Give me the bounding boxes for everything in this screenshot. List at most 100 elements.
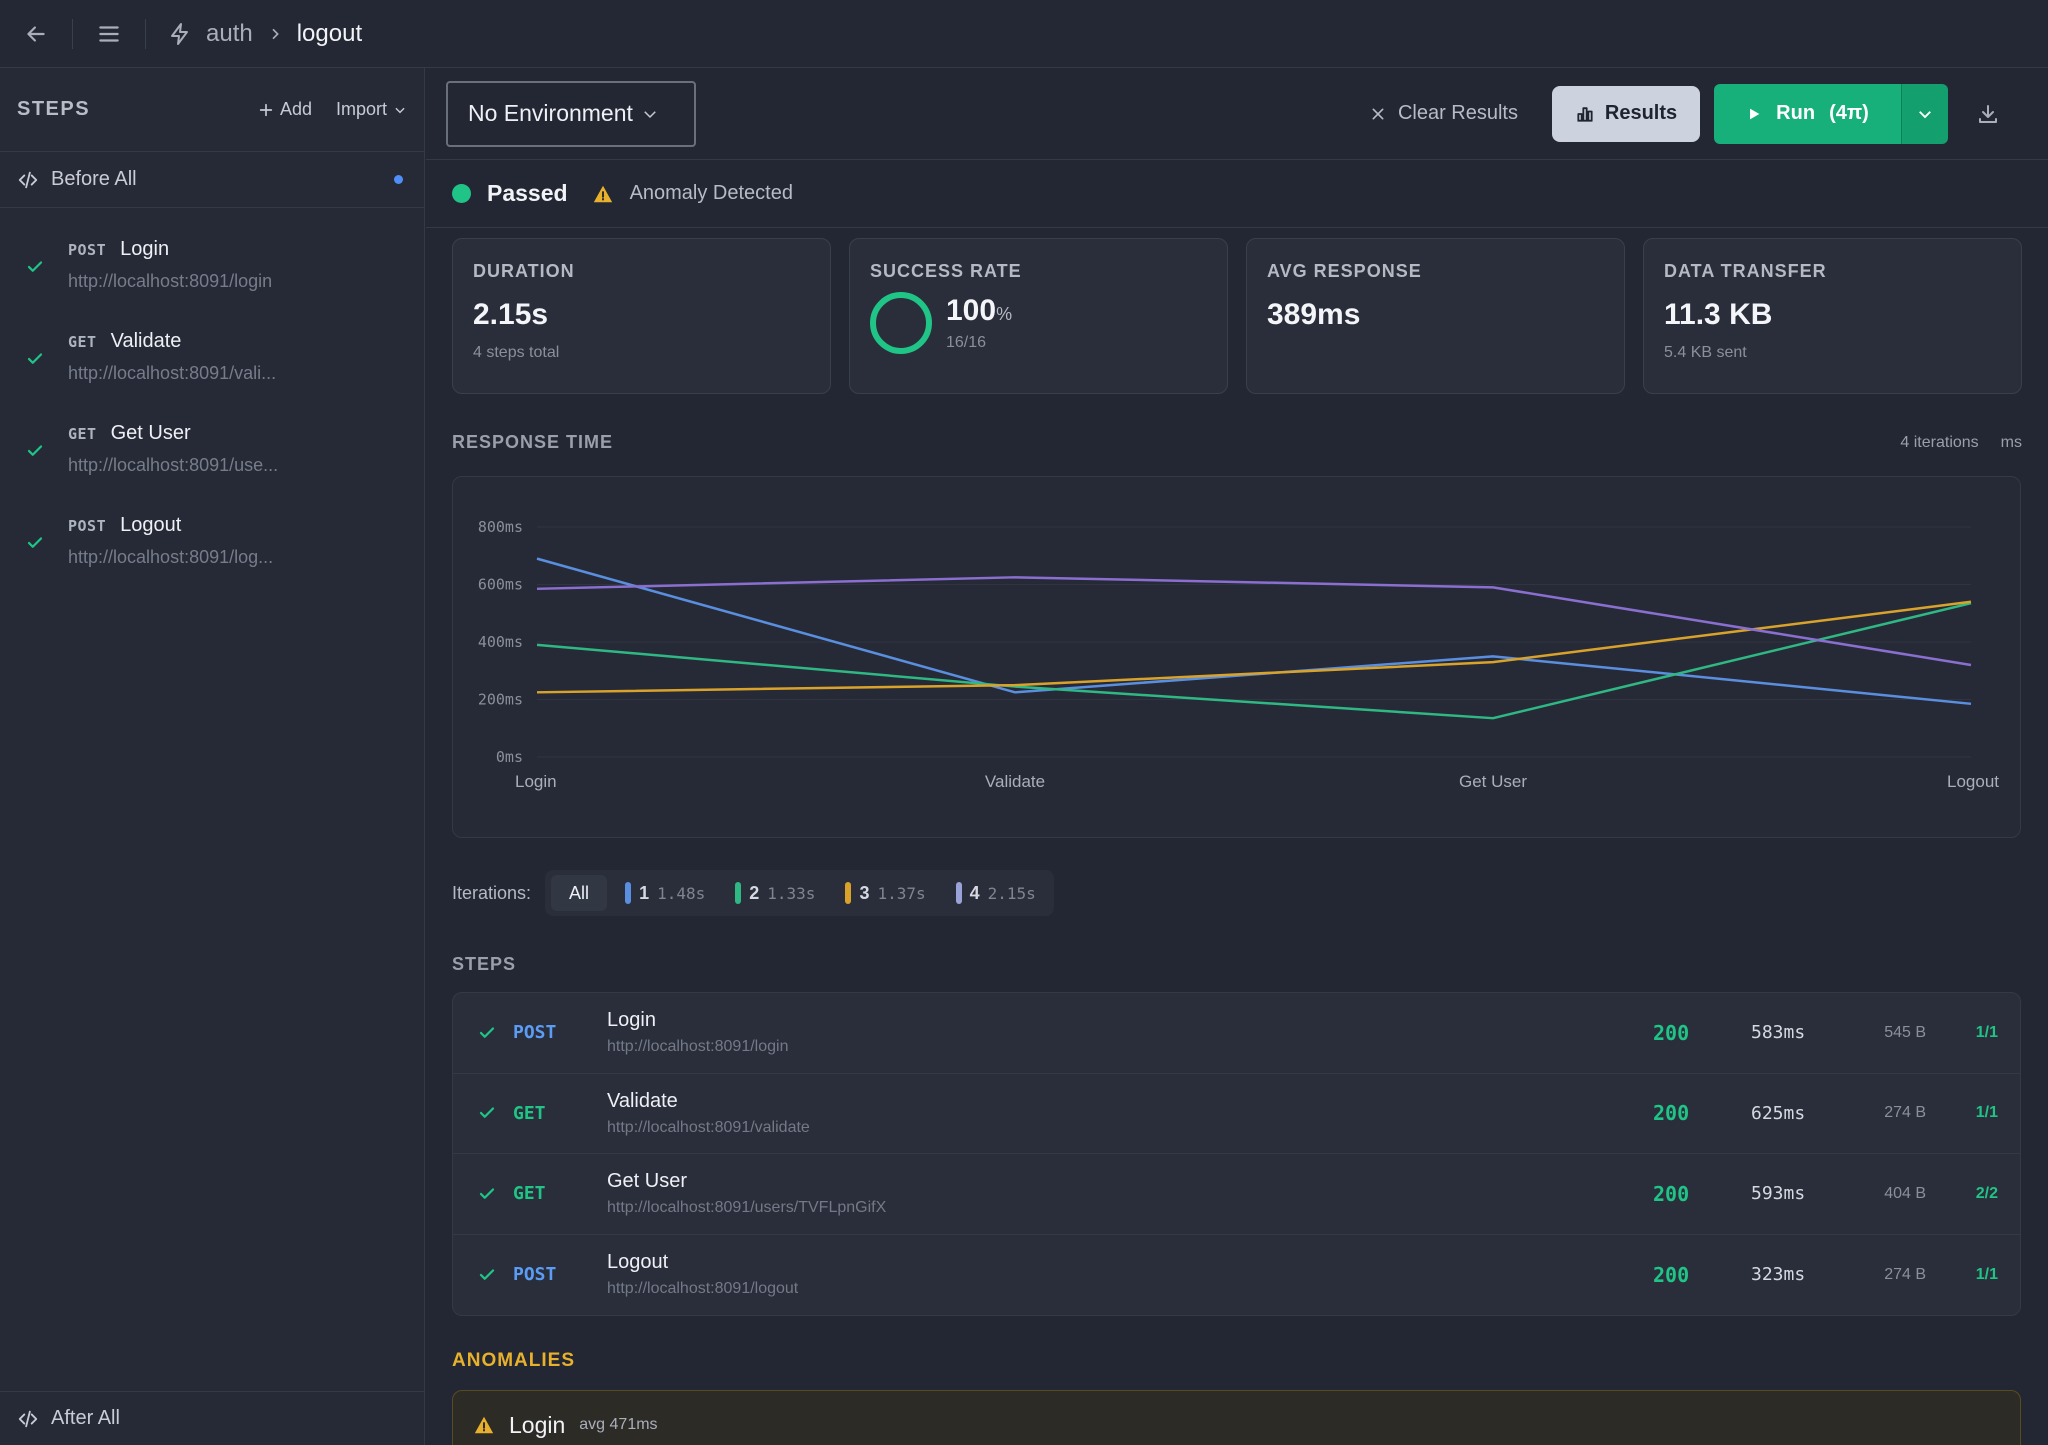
back-button[interactable] [0, 0, 72, 68]
row-status-code: 200 [1653, 1101, 1690, 1126]
import-button[interactable]: Import [336, 99, 407, 120]
step-name: Logout [120, 514, 182, 536]
x-tick-label: Validate [985, 772, 1045, 791]
iteration-number: 1 [639, 882, 650, 903]
run-label: Run [1776, 102, 1816, 124]
bar-chart-icon [1577, 106, 1593, 122]
iteration-4[interactable]: 4 2.15s [944, 875, 1048, 911]
toolbar: No Environment Clear Results Results Run… [426, 68, 2048, 160]
anomaly-detail: avg 471ms [579, 1416, 658, 1433]
environment-select[interactable]: No Environment [446, 80, 696, 147]
row-url: http://localhost:8091/validate [607, 1118, 810, 1136]
sidebar-step-validate[interactable]: GET Validate http://localhost:8091/vali..… [0, 308, 424, 400]
before-all-item[interactable]: Before All [0, 152, 424, 208]
code-icon [18, 171, 38, 188]
row-size: 274 B [1884, 1104, 1926, 1122]
iteration-number: 4 [969, 882, 980, 903]
check-icon [27, 537, 43, 548]
card-value: 100 [946, 294, 997, 327]
warning-icon [474, 1416, 494, 1434]
section-title: STEPS [452, 954, 517, 974]
row-url: http://localhost:8091/users/TVFLpnGifX [607, 1199, 887, 1217]
step-name: Validate [110, 330, 182, 352]
row-status-code: 200 [1653, 1020, 1690, 1045]
code-icon [18, 1410, 38, 1427]
anomaly-item[interactable]: Login avg 471ms [452, 1390, 2021, 1445]
row-method: POST [513, 1022, 557, 1044]
anomaly-status: Anomaly Detected [629, 182, 793, 204]
arrow-left-icon [27, 25, 45, 42]
avg-response-card: AVG RESPONSE 389ms [1246, 238, 1625, 394]
y-tick-label: 600ms [478, 576, 523, 594]
row-time: 323ms [1751, 1264, 1806, 1286]
card-unit: % [996, 304, 1013, 324]
after-all-item[interactable]: After All [0, 1391, 424, 1445]
iteration-2[interactable]: 2 1.33s [723, 875, 827, 911]
step-method: POST [68, 240, 107, 259]
breadcrumb-collection[interactable]: auth [206, 20, 253, 48]
download-button[interactable] [1948, 102, 2028, 126]
add-step-button[interactable]: Add [258, 99, 312, 120]
step-url: http://localhost:8091/vali... [68, 363, 277, 383]
row-time: 583ms [1751, 1022, 1806, 1044]
iteration-color [735, 882, 742, 904]
menu-button[interactable] [73, 0, 145, 68]
card-value: 11.3 KB [1664, 298, 1773, 331]
summary-cards: DURATION 2.15s 4 steps total SUCCESS RAT… [426, 228, 2048, 394]
iterations-label: Iterations: [452, 882, 532, 903]
warning-icon [593, 185, 612, 202]
iterations-count: 4 iterations [1900, 433, 1979, 451]
iteration-all[interactable]: All [551, 875, 608, 911]
table-row[interactable]: POST Logout http://localhost:8091/logout … [453, 1235, 2020, 1316]
check-icon [27, 353, 43, 364]
check-icon [479, 1269, 495, 1280]
card-label: DATA TRANSFER [1664, 261, 1827, 281]
row-time: 625ms [1751, 1102, 1806, 1124]
table-row[interactable]: GET Validate http://localhost:8091/valida… [453, 1074, 2020, 1154]
card-label: SUCCESS RATE [870, 261, 1022, 281]
y-tick-label: 200ms [478, 691, 523, 709]
row-size: 404 B [1884, 1184, 1926, 1202]
step-name: Login [120, 238, 170, 260]
series-line-2 [536, 601, 1972, 720]
card-value: 389ms [1267, 298, 1361, 331]
sidebar: STEPS Add Import Before All POST Login ht… [0, 68, 425, 1445]
plus-icon [259, 103, 273, 116]
chevron-right-icon [272, 28, 279, 39]
iteration-1[interactable]: 1 1.48s [613, 875, 717, 911]
y-tick-label: 0ms [496, 748, 523, 766]
clear-results-button[interactable]: Clear Results [1370, 102, 1518, 125]
clear-results-label: Clear Results [1397, 102, 1518, 124]
sidebar-step-login[interactable]: POST Login http://localhost:8091/login [0, 216, 424, 308]
row-status-code: 200 [1653, 1262, 1690, 1287]
x-tick-label: Get User [1459, 772, 1527, 791]
results-button[interactable]: Results [1552, 85, 1700, 142]
iteration-3[interactable]: 3 1.37s [833, 875, 937, 911]
row-size: 545 B [1884, 1023, 1926, 1041]
x-tick-label: Logout [1947, 772, 1999, 791]
row-ratio: 1/1 [1975, 1265, 1998, 1283]
iteration-time: 1.33s [767, 883, 816, 903]
step-name: Get User [110, 422, 191, 444]
sidebar-step-get-user[interactable]: GET Get User http://localhost:8091/use... [0, 400, 424, 492]
run-button[interactable]: Run (4π) [1714, 83, 1901, 144]
run-options-button[interactable] [1901, 83, 1948, 144]
step-url: http://localhost:8091/use... [68, 455, 279, 475]
divider [145, 18, 146, 49]
iteration-number: 2 [749, 882, 760, 903]
results-label: Results [1604, 102, 1678, 124]
iteration-time: 1.48s [657, 883, 706, 903]
step-method: POST [68, 516, 107, 535]
iteration-color [955, 882, 962, 904]
y-tick-label: 400ms [478, 633, 523, 651]
close-icon [1372, 108, 1384, 119]
steps-table: POST Login http://localhost:8091/login 20… [452, 992, 2021, 1316]
row-time: 593ms [1751, 1183, 1806, 1205]
table-row[interactable]: POST Login http://localhost:8091/login 20… [453, 993, 2020, 1074]
sidebar-step-logout[interactable]: POST Logout http://localhost:8091/log... [0, 492, 424, 584]
success-ring [870, 292, 932, 354]
table-row[interactable]: GET Get User http://localhost:8091/users/… [453, 1154, 2020, 1235]
download-icon [1979, 104, 1997, 123]
card-sub: 5.4 KB sent [1664, 344, 1747, 361]
card-sub: 4 steps total [473, 344, 560, 361]
